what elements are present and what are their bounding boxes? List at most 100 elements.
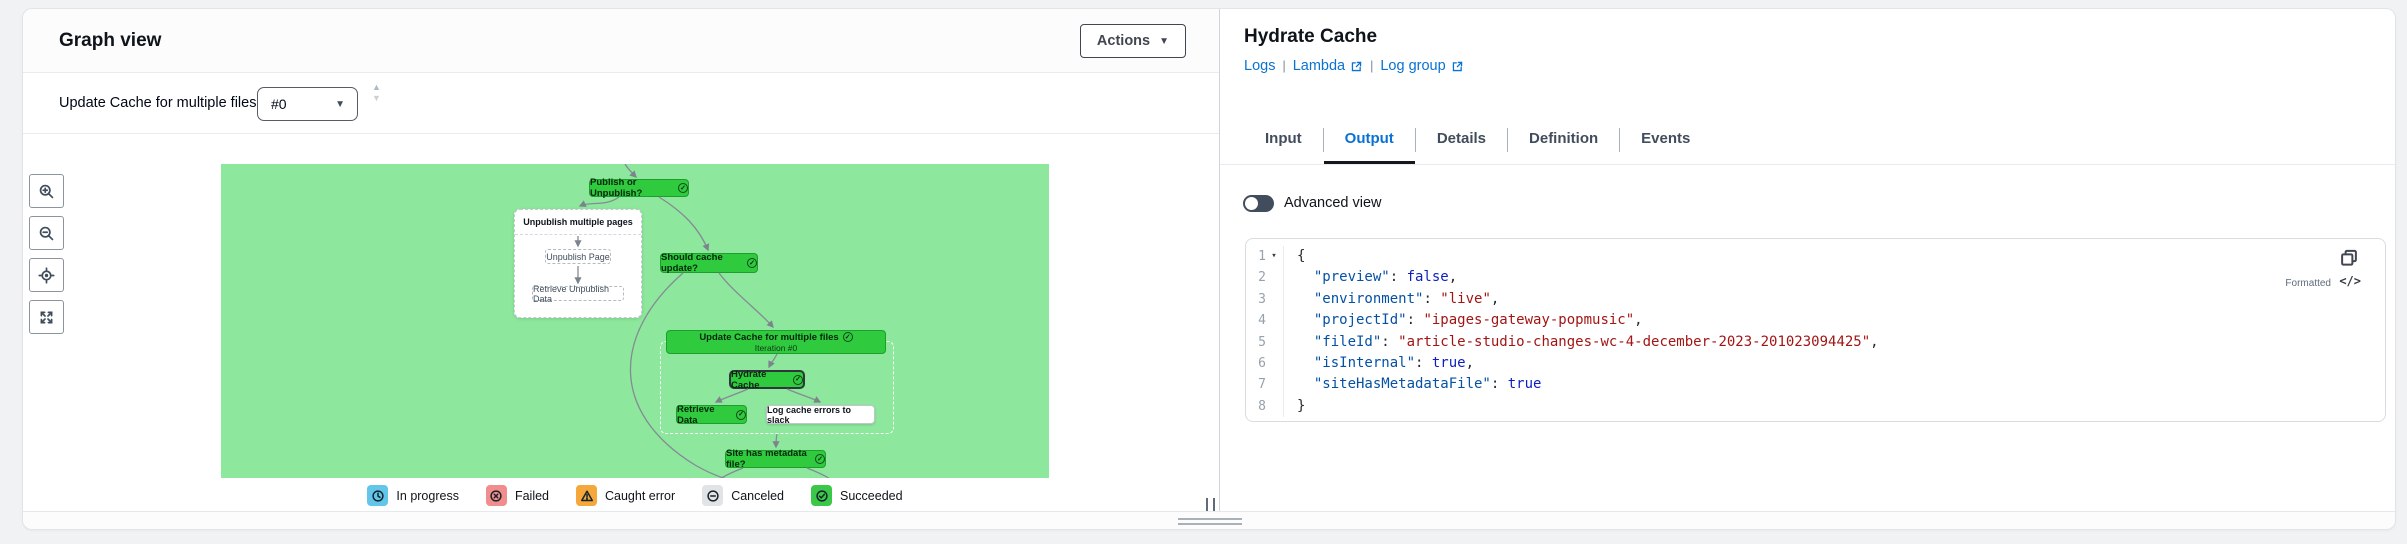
zoom-out-button[interactable]	[29, 216, 64, 250]
center-graph-button[interactable]	[29, 258, 64, 292]
advanced-view-toggle[interactable]	[1243, 195, 1274, 212]
code-gutter: 1▾	[1246, 246, 1284, 267]
code-line: 5 "fileId": "article-studio-changes-wc-4…	[1246, 332, 2385, 353]
graph-node-update-cache-map[interactable]: Update Cache for multiple files ✓ Iterat…	[666, 330, 886, 354]
warning-triangle-icon	[576, 485, 597, 506]
legend-label: Succeeded	[840, 489, 903, 503]
copy-button[interactable]	[2339, 248, 2361, 270]
code-format-icon[interactable]: </>	[2339, 274, 2361, 288]
toggle-knob-icon	[1245, 197, 1258, 210]
fold-spacer	[1266, 374, 1282, 395]
legend-item-in-progress: In progress	[367, 485, 459, 506]
graph-node-site-has-metadata-file[interactable]: Site has metadata file? ✓	[725, 450, 826, 468]
line-number: 4	[1246, 310, 1266, 331]
tab-events[interactable]: Events	[1620, 115, 1711, 164]
external-link-icon	[1451, 60, 1464, 73]
code-line: 8}	[1246, 396, 2385, 417]
line-number: 8	[1246, 396, 1266, 417]
code-gutter: 7	[1246, 374, 1284, 395]
panel-title: Graph view	[59, 9, 161, 73]
iteration-up-button[interactable]: ▲	[372, 82, 381, 93]
iteration-control-row: Update Cache for multiple files #0 ▼ ▲ ▼	[23, 73, 1219, 134]
panel-divider-grip-icon[interactable]	[1206, 498, 1220, 511]
check-circle-icon	[811, 485, 832, 506]
graph-canvas[interactable]: Publish or Unpublish? ✓ Unpublish multip…	[221, 164, 1049, 478]
iteration-down-button[interactable]: ▼	[372, 93, 381, 104]
tab-details[interactable]: Details	[1416, 115, 1507, 164]
line-number: 6	[1246, 353, 1266, 374]
graph-node-retrieve-unpublish-data[interactable]: Retrieve Unpublish Data	[532, 286, 624, 301]
iteration-select[interactable]: #0 ▼	[257, 87, 358, 121]
code-text: "siteHasMetadataFile": true	[1284, 374, 1541, 395]
advanced-view-label: Advanced view	[1284, 195, 1382, 212]
detail-title: Hydrate Cache	[1244, 26, 1377, 48]
code-editor-lines: 1▾{2 "preview": false,3 "environment": "…	[1246, 246, 2385, 417]
detail-panel: Hydrate Cache Logs|Lambda|Log group Inpu…	[1220, 9, 2396, 511]
tab-output[interactable]: Output	[1324, 115, 1415, 164]
code-line: 2 "preview": false,	[1246, 267, 2385, 288]
graph-node-retrieve-data[interactable]: Retrieve Data ✓	[676, 405, 747, 424]
legend: In progressFailedCaught errorCanceledSuc…	[221, 480, 1049, 511]
map-state-label: Update Cache for multiple files	[59, 73, 256, 134]
tab-definition[interactable]: Definition	[1508, 115, 1619, 164]
link-log-group[interactable]: Log group	[1380, 58, 1463, 74]
fold-spacer	[1266, 353, 1282, 374]
graph-node-log-cache-errors[interactable]: Log cache errors to slack	[766, 405, 875, 424]
code-line: 1▾{	[1246, 246, 2385, 267]
formatted-label: Formatted	[2285, 278, 2331, 289]
tabs: InputOutputDetailsDefinitionEvents	[1220, 115, 2396, 165]
legend-label: In progress	[396, 489, 459, 503]
fold-spacer	[1266, 267, 1282, 288]
legend-label: Caught error	[605, 489, 675, 503]
graph-node-should-cache-update[interactable]: Should cache update? ✓	[660, 253, 758, 273]
code-line: 4 "projectId": "ipages-gateway-popmusic"…	[1246, 310, 2385, 331]
fold-spacer	[1266, 289, 1282, 310]
graph-node-hydrate-cache-selected[interactable]: Hydrate Cache ✓	[729, 370, 805, 389]
fold-spacer	[1266, 310, 1282, 331]
fullscreen-button[interactable]	[29, 300, 64, 334]
link-lambda[interactable]: Lambda	[1293, 58, 1363, 74]
succeeded-check-icon: ✓	[843, 332, 853, 342]
code-gutter: 4	[1246, 310, 1284, 331]
iteration-select-value: #0	[258, 96, 335, 112]
code-gutter: 2	[1246, 267, 1284, 288]
main-card: Graph view Actions ▼ Update Cache for mu…	[22, 8, 2396, 530]
succeeded-check-icon: ✓	[815, 454, 825, 464]
iteration-steppers: ▲ ▼	[372, 82, 381, 104]
code-gutter: 3	[1246, 289, 1284, 310]
expand-icon	[38, 309, 55, 326]
code-line: 7 "siteHasMetadataFile": true	[1246, 374, 2385, 395]
legend-item-caught-error: Caught error	[576, 485, 675, 506]
succeeded-check-icon: ✓	[678, 183, 688, 193]
output-code-editor: 1▾{2 "preview": false,3 "environment": "…	[1245, 238, 2386, 422]
code-text: "fileId": "article-studio-changes-wc-4-d…	[1284, 332, 1879, 353]
fold-spacer	[1266, 396, 1282, 417]
split-panel-resize-handle[interactable]	[23, 511, 2396, 530]
code-text: "preview": false,	[1284, 267, 1457, 288]
code-text: }	[1284, 396, 1305, 417]
line-number: 1	[1246, 246, 1266, 267]
chevron-down-icon: ▼	[335, 99, 357, 110]
graph-node-unpublish-page[interactable]: Unpublish Page	[545, 249, 611, 264]
tab-input[interactable]: Input	[1244, 115, 1323, 164]
target-icon	[38, 267, 55, 284]
line-number: 2	[1246, 267, 1266, 288]
actions-button-label: Actions	[1097, 33, 1150, 49]
map-iteration-label: Iteration #0	[755, 343, 798, 353]
link-logs[interactable]: Logs	[1244, 58, 1275, 74]
group-title: Unpublish multiple pages	[515, 210, 641, 235]
graph-node-publish-or-unpublish[interactable]: Publish or Unpublish? ✓	[589, 179, 689, 197]
code-text: "isInternal": true,	[1284, 353, 1474, 374]
succeeded-check-icon: ✓	[736, 410, 746, 420]
code-line: 6 "isInternal": true,	[1246, 353, 2385, 374]
resource-links: Logs|Lambda|Log group	[1244, 58, 1464, 74]
code-text: {	[1284, 246, 1305, 267]
zoom-in-button[interactable]	[29, 174, 64, 208]
line-number: 3	[1246, 289, 1266, 310]
clock-icon	[367, 485, 388, 506]
legend-item-canceled: Canceled	[702, 485, 784, 506]
code-text: "projectId": "ipages-gateway-popmusic",	[1284, 310, 1643, 331]
succeeded-check-icon: ✓	[793, 375, 803, 385]
actions-button[interactable]: Actions ▼	[1080, 24, 1186, 58]
fold-caret-icon[interactable]: ▾	[1266, 246, 1282, 267]
